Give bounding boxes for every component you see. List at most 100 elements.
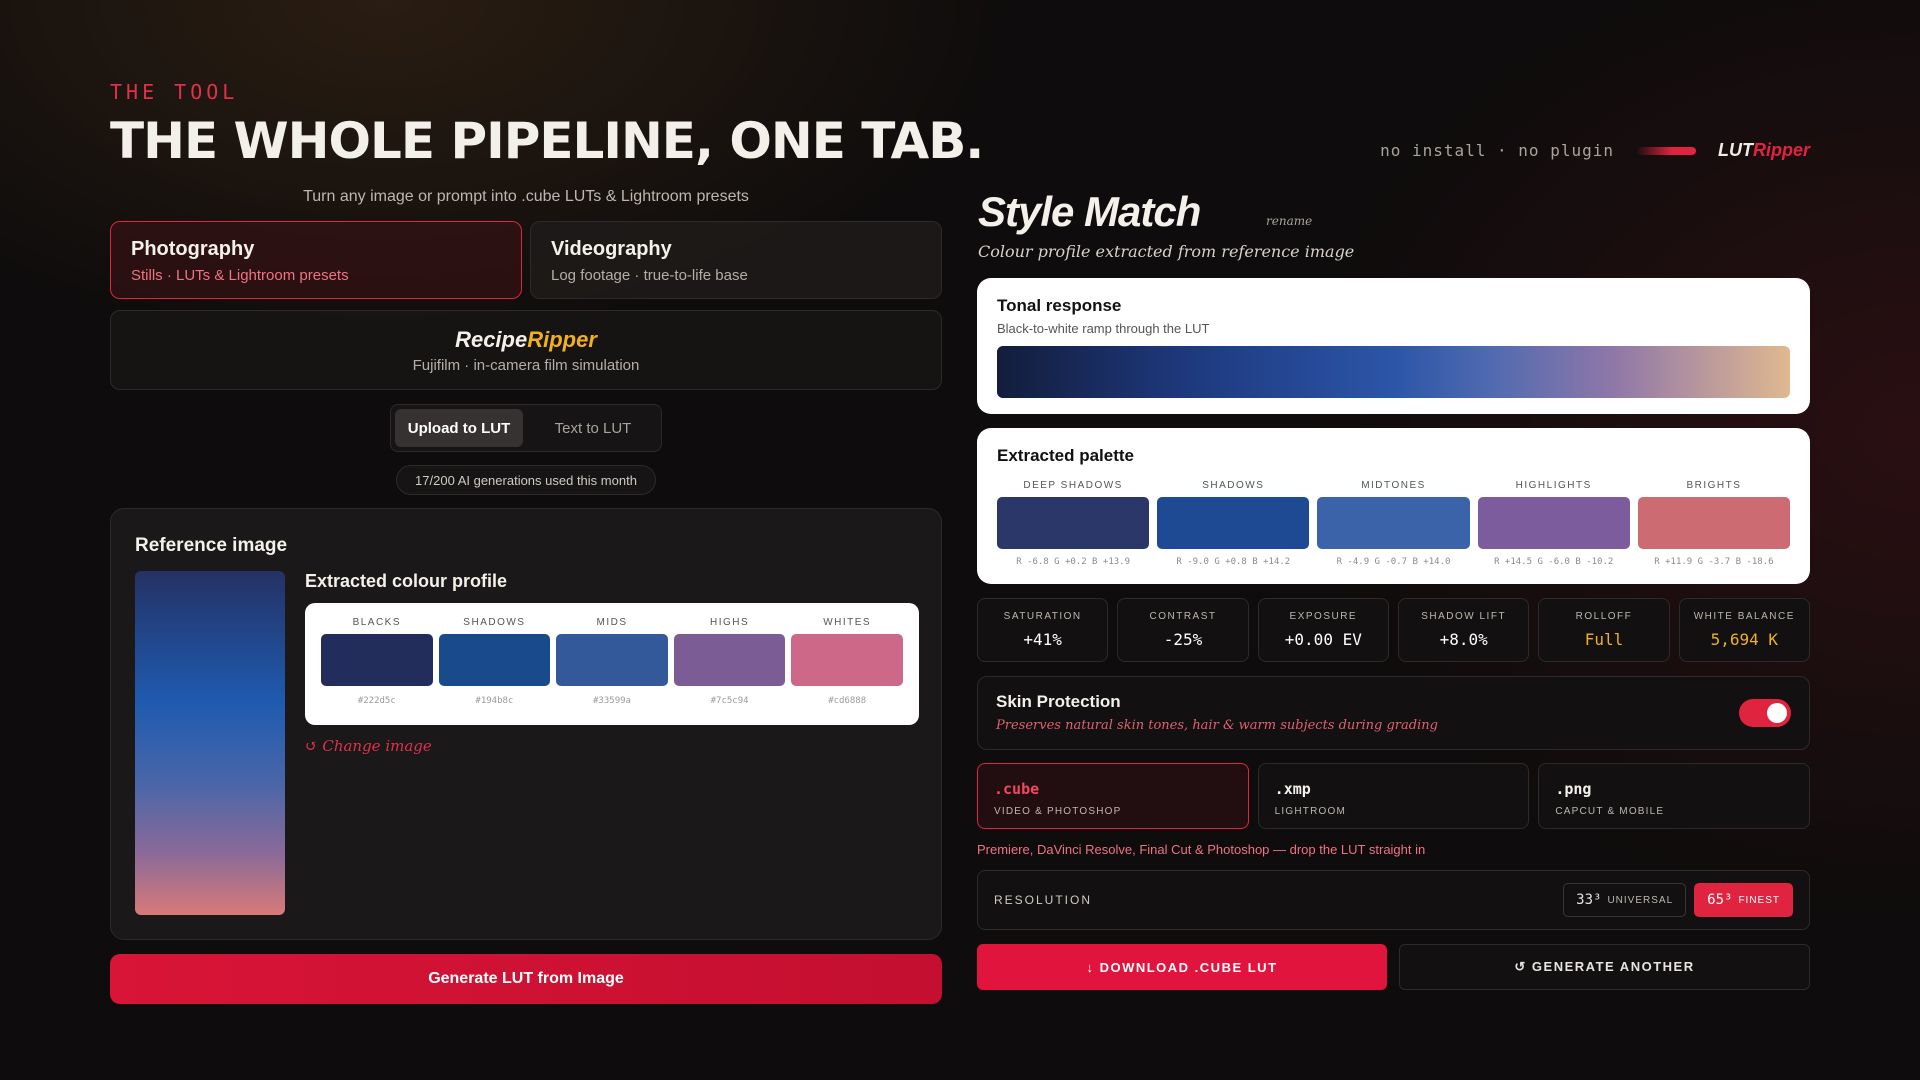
tab-upload-to-lut[interactable]: Upload to LUT [395, 409, 523, 447]
swatch-rgb-shift: R -6.8 G +0.2 B +13.9 [1016, 557, 1130, 567]
swatch-rgb-shift: R +11.9 G -3.7 B -18.6 [1654, 557, 1774, 567]
skin-protection-toggle[interactable] [1739, 699, 1791, 727]
skin-protection-subtitle: Preserves natural skin tones, hair & war… [996, 718, 1438, 733]
stat-value: +41% [1023, 630, 1062, 649]
swatch-name: MIDS [596, 617, 628, 628]
profile-swatch: BLACKS #222d5c [321, 617, 433, 711]
recipe-ripper-logo: RecipeRipper [111, 327, 941, 353]
stat-saturation: SATURATION +41% [977, 598, 1109, 662]
section-eyebrow: THE TOOL [110, 80, 239, 104]
resolution-options: 33³ UNIVERSAL 65³ FINEST [1563, 883, 1793, 917]
mode-title: Videography [551, 238, 672, 260]
format-xmp[interactable]: .xmp LIGHTROOM [1257, 763, 1530, 829]
stat-label: CONTRAST [1149, 611, 1217, 622]
skin-protection-panel: Skin Protection Preserves natural skin t… [977, 676, 1810, 750]
stat-white-balance: WHITE BALANCE 5,694 K [1678, 598, 1810, 662]
swatch-hex: #cd6888 [828, 696, 867, 706]
stat-label: ROLLOFF [1575, 611, 1633, 622]
palette-swatch: DEEP SHADOWS R -6.8 G +0.2 B +13.9 [997, 480, 1150, 567]
stat-contrast: CONTRAST -25% [1117, 598, 1249, 662]
tab-text-to-lut[interactable]: Text to LUT [529, 409, 657, 447]
stat-label: SHADOW LIFT [1421, 611, 1507, 622]
format-cube[interactable]: .cube VIDEO & PHOTOSHOP [977, 763, 1249, 829]
swatch-color [1477, 497, 1630, 549]
swatch-name: MIDTONES [1361, 480, 1426, 491]
colour-profile-title: Extracted colour profile [305, 571, 508, 591]
resolution-label: RESOLUTION [994, 893, 1093, 907]
mode-videography[interactable]: Videography Log footage · true-to-life b… [530, 221, 942, 299]
colour-profile-card: BLACKS #222d5c SHADOWS #194b8c MIDS #335… [305, 603, 919, 725]
mode-subtitle: Stills · LUTs & Lightroom presets [131, 267, 349, 284]
resolution-33-option[interactable]: 33³ UNIVERSAL [1563, 883, 1687, 917]
usage-counter-badge: 17/200 AI generations used this month [396, 465, 656, 495]
brand-logo-part-b: Ripper [1752, 140, 1810, 160]
swatch-name: DEEP SHADOWS [1023, 480, 1123, 491]
generate-another-button[interactable]: ↺ GENERATE ANOTHER [1399, 944, 1810, 990]
stat-value: Full [1584, 630, 1624, 649]
swatch-rgb-shift: R +14.5 G -6.0 B -10.2 [1494, 557, 1614, 567]
style-match-title: Style Match [978, 188, 1201, 235]
resolution-size: 65³ [1707, 892, 1733, 908]
recipe-logo-part-a: Recipe [455, 327, 528, 352]
swatch-color [1637, 497, 1791, 549]
resolution-tag: FINEST [1738, 894, 1780, 906]
extracted-palette-card: Extracted palette DEEP SHADOWS R -6.8 G … [977, 428, 1810, 584]
palette-swatch: SHADOWS R -9.0 G +0.8 B +14.2 [1157, 480, 1310, 567]
swatch-color [438, 634, 551, 686]
swatch-name: SHADOWS [463, 617, 526, 628]
rename-link[interactable]: rename [1266, 214, 1312, 228]
profile-swatch: SHADOWS #194b8c [438, 617, 551, 711]
grade-stats-row: SATURATION +41% CONTRAST -25% EXPOSURE +… [977, 598, 1810, 662]
swatch-color [556, 634, 668, 686]
format-desc: LIGHTROOM [1274, 806, 1347, 817]
palette-swatch: MIDTONES R -4.9 G -0.7 B +14.0 [1317, 480, 1470, 567]
skin-protection-title: Skin Protection [996, 692, 1121, 711]
mode-photography[interactable]: Photography Stills · LUTs & Lightroom pr… [110, 221, 522, 299]
page-headline: THE WHOLE PIPELINE, ONE TAB. [110, 112, 984, 170]
format-desc: VIDEO & PHOTOSHOP [994, 806, 1122, 817]
resolution-tag: UNIVERSAL [1607, 894, 1674, 906]
swatch-rgb-shift: R -4.9 G -0.7 B +14.0 [1336, 557, 1451, 567]
swatch-name: WHITES [823, 617, 872, 628]
swatch-name: SHADOWS [1202, 480, 1265, 491]
swatch-color [1157, 497, 1310, 549]
style-match-subtitle: Colour profile extracted from reference … [978, 242, 1355, 261]
mode-title: Photography [131, 238, 255, 260]
swatch-hex: #33599a [593, 696, 631, 706]
swatch-name: HIGHS [709, 617, 750, 628]
stat-label: WHITE BALANCE [1693, 611, 1795, 622]
export-format-options: .cube VIDEO & PHOTOSHOP .xmp LIGHTROOM .… [977, 763, 1811, 829]
stat-rolloff: ROLLOFF Full [1538, 598, 1670, 662]
palette-swatch: HIGHLIGHTS R +14.5 G -6.0 B -10.2 [1477, 480, 1630, 567]
brand-logo[interactable]: LUTRipper [1718, 140, 1810, 161]
download-cube-button[interactable]: ↓ DOWNLOAD .CUBE LUT [977, 944, 1387, 990]
swatch-rgb-shift: R -9.0 G +0.8 B +14.2 [1176, 557, 1291, 567]
reference-image-preview[interactable] [135, 571, 285, 915]
tonal-subtitle: Black-to-white ramp through the LUT [997, 321, 1210, 336]
stat-label: SATURATION [1003, 611, 1082, 622]
mode-subtitle: Log footage · true-to-life base [551, 267, 748, 284]
stat-shadow-lift: SHADOW LIFT +8.0% [1397, 598, 1530, 662]
swatch-hex: #7c5c94 [710, 696, 749, 706]
change-image-link[interactable]: ↺ Change image [305, 737, 432, 755]
format-note: Premiere, DaVinci Resolve, Final Cut & P… [977, 842, 1426, 857]
swatch-hex: #194b8c [475, 696, 514, 706]
format-ext: .cube [994, 780, 1040, 798]
swatch-color [1317, 497, 1470, 549]
tonal-ramp [997, 346, 1790, 398]
recipe-logo-part-b: Ripper [527, 327, 597, 352]
stat-value: +8.0% [1439, 630, 1488, 649]
resolution-65-option[interactable]: 65³ FINEST [1694, 883, 1793, 917]
reference-title: Reference image [135, 535, 288, 556]
stat-exposure: EXPOSURE +0.00 EV [1257, 598, 1389, 662]
recipe-subtitle: Fujifilm · in-camera film simulation [412, 357, 640, 374]
generate-lut-button[interactable]: Generate LUT from Image [110, 954, 942, 1004]
palette-swatches: DEEP SHADOWS R -6.8 G +0.2 B +13.9 SHADO… [997, 480, 1791, 567]
swatch-name: BLACKS [352, 617, 402, 628]
input-mode-toggle: Upload to LUT Text to LUT [390, 404, 662, 452]
profile-swatch: MIDS #33599a [556, 617, 668, 711]
swatch-name: HIGHLIGHTS [1515, 480, 1592, 491]
recipe-ripper-card[interactable]: RecipeRipper Fujifilm · in-camera film s… [110, 310, 942, 390]
header-meta: no install · no plugin LUTRipper [1380, 140, 1810, 161]
format-png[interactable]: .png CAPCUT & MOBILE [1538, 763, 1811, 829]
